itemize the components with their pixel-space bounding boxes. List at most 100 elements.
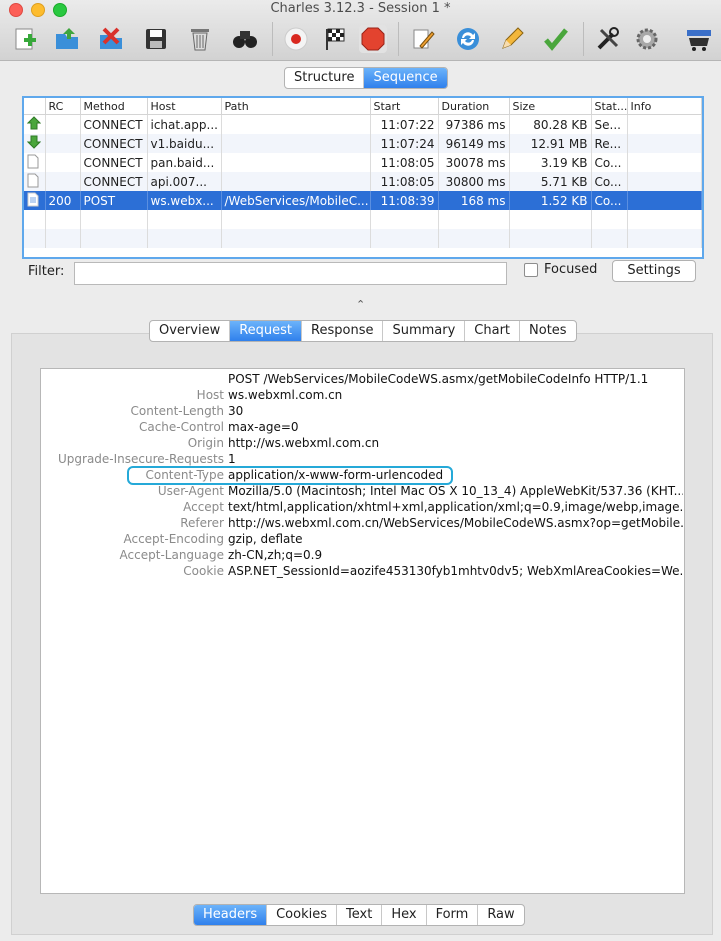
column-start[interactable]: Start [370,98,439,115]
splitter-handle-icon[interactable]: ⌃ [356,298,365,311]
tab-cookies[interactable]: Cookies [267,905,338,925]
cell-status: Co... [591,191,628,210]
compose-button[interactable] [408,24,438,54]
table-row[interactable]: CONNECT api.007... 11:08:05 30800 ms 5.7… [24,172,702,191]
cell-size: 12.91 MB [509,134,592,153]
header-key: Cache-Control [138,420,224,434]
cell-size: 3.19 KB [509,153,592,172]
cell-method: CONNECT [80,153,148,172]
table-row[interactable]: CONNECT pan.baid... 11:08:05 30078 ms 3.… [24,153,702,172]
cell-rc [45,153,81,172]
tab-text[interactable]: Text [337,905,383,925]
column-method[interactable]: Method [80,98,148,115]
header-row: Accept-Language zh-CN,zh;q=0.9 [41,547,684,563]
toolbar-separator [583,22,584,56]
tab-headers[interactable]: Headers [194,905,268,925]
column-host[interactable]: Host [147,98,222,115]
table-row[interactable]: 200 POST ws.webx... /WebServices/MobileC… [24,191,702,210]
cell-start: 11:07:22 [370,114,439,134]
throttle-button[interactable] [320,24,350,54]
column-size[interactable]: Size [509,98,592,115]
table-header-row: RC Method Host Path Start Duration Size … [24,98,702,115]
column-duration[interactable]: Duration [438,98,510,115]
tab-chart[interactable]: Chart [465,321,521,341]
breakpoints-button[interactable] [358,24,388,54]
header-value: Mozilla/5.0 (Macintosh; Intel Mac OS X 1… [228,484,683,498]
tab-raw[interactable]: Raw [478,905,523,925]
tab-response[interactable]: Response [302,321,384,341]
record-button[interactable] [281,24,311,54]
close-session-button[interactable] [96,24,126,54]
tab-form[interactable]: Form [427,905,479,925]
column-rc[interactable]: RC [45,98,81,115]
header-value: gzip, deflate [228,532,303,546]
filter-label: Filter: [28,264,65,279]
focused-label: Focused [544,262,598,277]
toolbar-separator [398,22,399,56]
header-row: Referer http://ws.webxml.com.cn/WebServi… [41,515,684,531]
tools-button[interactable] [593,24,623,54]
header-row: POST /WebServices/MobileCodeWS.asmx/getM… [41,371,684,387]
toolbar-separator [272,22,273,56]
shop-button[interactable] [684,24,714,54]
header-value: zh-CN,zh;q=0.9 [228,548,323,562]
find-button[interactable] [230,24,260,54]
tab-hex[interactable]: Hex [382,905,427,925]
filter-input[interactable] [74,262,507,285]
record-icon [284,27,308,51]
clear-session-button[interactable] [185,24,215,54]
cell-rc [45,172,81,191]
settings-gear-icon [636,28,658,50]
tab-request[interactable]: Request [230,321,303,341]
cell-path [221,172,371,191]
cell-path: /WebServices/MobileC... [221,191,371,210]
shop-cart-icon [687,30,711,51]
repeat-button[interactable] [453,24,483,54]
column-info[interactable]: Info [627,98,702,115]
column-path[interactable]: Path [221,98,371,115]
request-headers-view[interactable]: POST /WebServices/MobileCodeWS.asmx/getM… [40,368,685,894]
header-value: POST /WebServices/MobileCodeWS.asmx/getM… [228,372,649,386]
save-icon [146,29,166,49]
cell-method: CONNECT [80,134,148,153]
cell-host: v1.baidu... [147,134,222,153]
cell-duration: 30800 ms [438,172,510,191]
tab-notes[interactable]: Notes [520,321,576,341]
save-button[interactable] [141,24,171,54]
tab-overview[interactable]: Overview [150,321,231,341]
cell-info [627,114,702,134]
cell-duration: 97386 ms [438,114,510,134]
tab-structure[interactable]: Structure [285,68,365,88]
table-row[interactable]: CONNECT v1.baidu... 11:07:24 96149 ms 12… [24,134,702,153]
column-status[interactable]: Stat... [591,98,628,115]
header-key: Origin [187,436,224,450]
edit-icon [502,27,524,49]
cell-duration: 96149 ms [438,134,510,153]
header-value: 1 [228,452,236,466]
tab-summary[interactable]: Summary [383,321,466,341]
validate-button[interactable] [541,24,571,54]
header-key: Accept [183,500,224,514]
table-row-empty [24,229,702,248]
open-session-button[interactable] [52,24,82,54]
new-session-button[interactable] [10,24,40,54]
window-title: Charles 3.12.3 - Session 1 * [270,1,451,16]
find-icon [233,31,257,48]
focused-checkbox-group[interactable]: Focused [524,262,597,277]
table-row[interactable]: CONNECT ichat.app... 11:07:22 97386 ms 8… [24,114,702,134]
window-chrome: Charles 3.12.3 - Session 1 * [0,0,721,61]
tab-sequence[interactable]: Sequence [364,68,447,88]
bottom-view-tabs: Headers Cookies Text Hex Form Raw [193,904,525,926]
focused-checkbox[interactable] [524,262,538,277]
document-icon [24,172,46,191]
cell-host: api.007... [147,172,222,191]
header-key: Referer [180,516,224,530]
header-row: Cookie ASP.NET_SessionId=aozife453130fyb… [41,563,684,579]
cell-start: 11:08:05 [370,172,439,191]
settings-filter-button[interactable]: Settings [612,260,696,282]
edit-button[interactable] [497,24,527,54]
column-icon[interactable] [24,98,46,115]
settings-button[interactable] [632,24,662,54]
cell-method: CONNECT [80,114,148,134]
cell-method: POST [80,191,148,210]
